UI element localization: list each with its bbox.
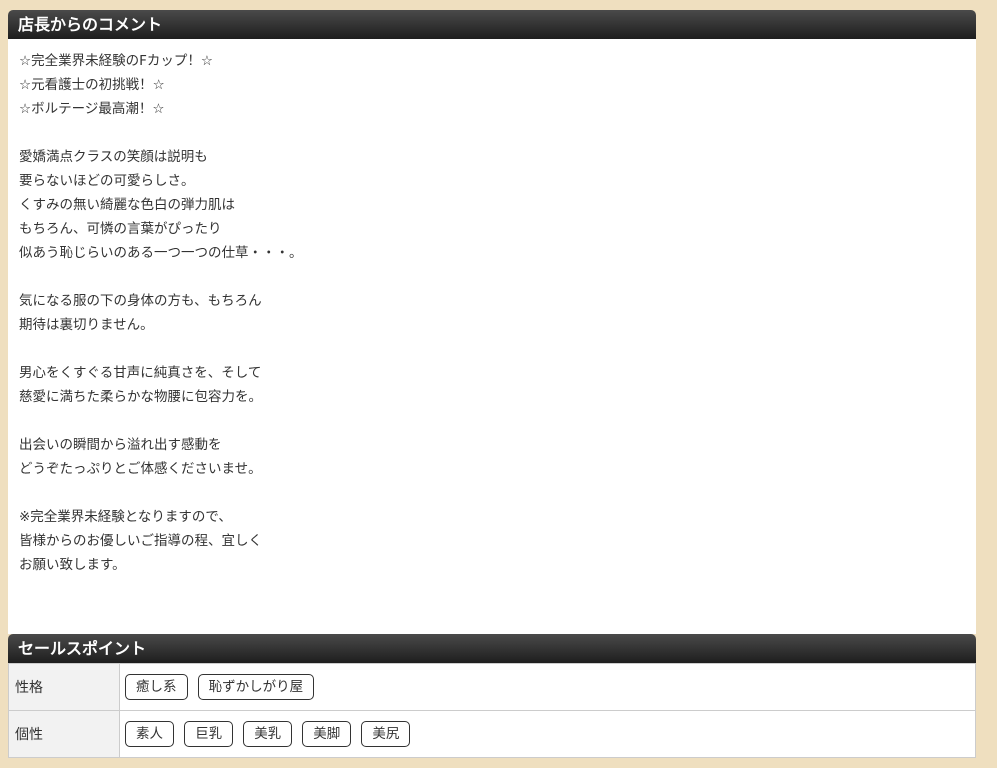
comment-line [19,337,965,361]
comment-body: ☆完全業界未経験のFカップ！☆ ☆元看護士の初挑戦！☆ ☆ボルテージ最高潮！☆ … [8,39,976,634]
tag-link[interactable]: 美尻 [361,721,411,747]
tag-list: 癒し系 恥ずかしがり屋 [119,663,976,711]
comment-line: ☆ボルテージ最高潮！☆ [19,101,165,117]
comment-line [19,121,965,145]
tag-link[interactable]: 巨乳 [184,721,234,747]
comment-line [19,265,965,289]
comment-line: どうぞたっぷりとご体感くださいませ。 [19,461,262,477]
tag-link[interactable]: 美乳 [243,721,293,747]
comment-line: 似あう恥じらいのある一つ一つの仕草・・・。 [19,245,303,261]
comment-line: 愛嬌満点クラスの笑顔は説明も [19,149,208,165]
row-label-personality: 性格 [8,663,120,711]
comment-line: ※完全業界未経験となりますので、 [19,509,232,525]
tag-list: 素人 巨乳 美乳 美脚 美尻 [119,710,976,758]
comment-line: 要らないほどの可愛らしさ。 [19,173,195,189]
sales-points-table: 性格 癒し系 恥ずかしがり屋 個性 素人 巨乳 美乳 美脚 美尻 [8,663,976,758]
tag-link[interactable]: 癒し系 [125,674,188,700]
comment-line: くすみの無い綺麗な色白の弾力肌は [19,197,235,213]
comment-line: もちろん、可憐の言葉がぴったり [19,221,222,237]
comment-line: 男心をくすぐる甘声に純真さを、そして [19,365,262,381]
tag-link[interactable]: 恥ずかしがり屋 [197,674,315,700]
comment-line: 皆様からのお優しいご指導の程、宜しく [19,533,262,549]
sales-section-title: セールスポイント [8,634,976,663]
comment-line: 慈愛に満ちた柔らかな物腰に包容力を。 [19,389,262,405]
table-row: 性格 癒し系 恥ずかしがり屋 [8,663,976,711]
tag-link[interactable]: 素人 [125,721,174,747]
comment-line: ☆元看護士の初挑戦！☆ [19,77,165,93]
comment-line: 気になる服の下の身体の方も、もちろん [19,293,262,309]
comment-line: お願い致します。 [19,557,126,573]
comment-line: ☆完全業界未経験のFカップ！☆ [19,53,213,69]
comment-section-title: 店長からのコメント [8,10,976,39]
comment-line: 期待は裏切りません。 [19,317,154,333]
tag-link[interactable]: 美脚 [302,721,352,747]
page-container: 店長からのコメント ☆完全業界未経験のFカップ！☆ ☆元看護士の初挑戦！☆ ☆ボ… [8,10,976,758]
table-row: 個性 素人 巨乳 美乳 美脚 美尻 [8,710,976,758]
row-label-individuality: 個性 [8,710,120,758]
comment-line [19,481,965,505]
comment-line [19,409,965,433]
comment-line: 出会いの瞬間から溢れ出す感動を [19,437,222,453]
